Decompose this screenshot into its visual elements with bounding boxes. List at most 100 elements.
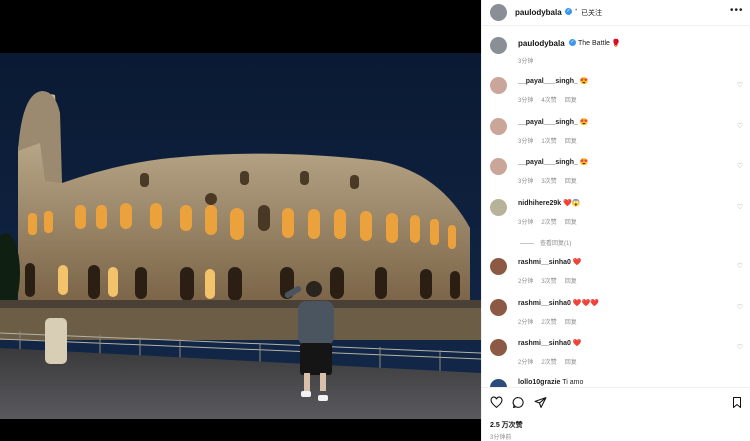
comment-time: 2分钟 bbox=[518, 320, 534, 326]
heart-icon[interactable]: ♡ bbox=[737, 343, 743, 351]
comment-item: rashmi__sinha0 ❤️❤️❤️ 2分钟 2次赞 回复 ♡ bbox=[482, 298, 750, 338]
comment-text: rashmi__sinha0 ❤️❤️❤️ bbox=[518, 299, 599, 307]
avatar[interactable] bbox=[490, 258, 507, 275]
caption-username[interactable]: paulodybala bbox=[518, 39, 565, 48]
comment-username[interactable]: nidhihere29k bbox=[518, 200, 561, 207]
heart-icon[interactable]: ♡ bbox=[737, 122, 743, 130]
verified-icon: ✓ bbox=[569, 39, 576, 46]
comment-meta: 3分钟 1次赞 回复 bbox=[518, 136, 585, 145]
comment-username[interactable]: rashmi__sinha0 bbox=[518, 300, 571, 307]
comment-meta: 3分钟 4次赞 回复 bbox=[518, 95, 585, 104]
comment-item: lollo10grazie Ti amo bbox=[482, 378, 750, 387]
share-icon[interactable] bbox=[534, 396, 547, 409]
comment-item: rashmi__sinha0 ❤️ 2分钟 3次赞 回复 ♡ bbox=[482, 257, 750, 297]
photo-panel bbox=[0, 0, 481, 441]
more-icon[interactable]: ••• bbox=[730, 5, 744, 16]
avatar[interactable] bbox=[490, 158, 507, 175]
comment-text: __payal___singh_ 😍 bbox=[518, 77, 589, 85]
verified-icon: ✓ bbox=[565, 8, 572, 15]
avatar[interactable] bbox=[490, 37, 507, 54]
comment-text: rashmi__sinha0 ❤️ bbox=[518, 258, 582, 266]
comment-item: rashmi__sinha0 ❤️ 2分钟 2次赞 回复 ♡ bbox=[482, 338, 750, 378]
post-time: 3分钟前 bbox=[490, 435, 512, 441]
comment-item: nidhihere29k ❤️😱 3分钟 2次赞 回复 ♡ bbox=[482, 198, 750, 238]
comment-meta: 3分钟 3次赞 回复 bbox=[518, 176, 585, 185]
bookmark-icon[interactable] bbox=[731, 396, 743, 409]
action-bar: 2.5 万次赞 3分钟前 bbox=[482, 387, 750, 441]
comment-username[interactable]: __payal___singh_ bbox=[518, 119, 578, 126]
reply-button[interactable]: 回复 bbox=[565, 98, 577, 104]
comment-text: rashmi__sinha0 ❤️ bbox=[518, 339, 582, 347]
comment-item: __payal___singh_ 😍 3分钟 3次赞 回复 ♡ bbox=[482, 157, 750, 197]
post-header: paulodybala ✓ • 已关注 ••• bbox=[482, 0, 750, 26]
comment-text: __payal___singh_ 😍 bbox=[518, 158, 589, 166]
heart-icon[interactable]: ♡ bbox=[737, 81, 743, 89]
instagram-post-view: paulodybala ✓ • 已关注 ••• paulodybala ✓ Th… bbox=[0, 0, 750, 441]
comment-time: 3分钟 bbox=[518, 220, 534, 226]
post-sidebar: paulodybala ✓ • 已关注 ••• paulodybala ✓ Th… bbox=[481, 0, 750, 441]
comment-body: ❤️ bbox=[572, 259, 582, 266]
reply-button[interactable]: 回复 bbox=[565, 279, 577, 285]
reply-button[interactable]: 回复 bbox=[565, 220, 577, 226]
comment-item: __payal___singh_ 😍 3分钟 1次赞 回复 ♡ bbox=[482, 117, 750, 157]
comment-likes[interactable]: 3次赞 bbox=[541, 279, 556, 285]
comment-time: 3分钟 bbox=[518, 179, 534, 185]
comment-body: ❤️ bbox=[572, 340, 582, 347]
view-replies-link[interactable]: 查看回复(1) bbox=[520, 238, 571, 247]
comment-username[interactable]: lollo10grazie bbox=[518, 379, 560, 386]
avatar[interactable] bbox=[490, 339, 507, 356]
avatar[interactable] bbox=[490, 118, 507, 135]
comment-time: 3分钟 bbox=[518, 98, 534, 104]
comment-text: __payal___singh_ 😍 bbox=[518, 118, 589, 126]
reply-button[interactable]: 回复 bbox=[565, 360, 577, 366]
comment-meta: 2分钟 2次赞 回复 bbox=[518, 357, 585, 366]
avatar[interactable] bbox=[490, 379, 507, 387]
comment-body: ❤️❤️❤️ bbox=[572, 300, 600, 307]
heart-icon[interactable]: ♡ bbox=[737, 162, 743, 170]
avatar[interactable] bbox=[490, 4, 507, 21]
reply-button[interactable]: 回复 bbox=[565, 139, 577, 145]
comment-time: 3分钟 bbox=[518, 139, 534, 145]
comment-meta: 2分钟 2次赞 回复 bbox=[518, 317, 585, 326]
comment-time: 2分钟 bbox=[518, 279, 534, 285]
comment-likes[interactable]: 2次赞 bbox=[541, 360, 556, 366]
comment-body: Ti amo bbox=[562, 379, 584, 386]
comment-time: 2分钟 bbox=[518, 360, 534, 366]
heart-icon[interactable] bbox=[490, 396, 503, 409]
avatar[interactable] bbox=[490, 299, 507, 316]
comment-meta: 2分钟 3次赞 回复 bbox=[518, 276, 585, 285]
comment-body: 😍 bbox=[579, 119, 589, 126]
comment-icon[interactable] bbox=[512, 396, 525, 409]
comment-likes[interactable]: 4次赞 bbox=[541, 98, 556, 104]
caption-text: The Battle 🥊 bbox=[578, 40, 621, 47]
comment-body: 😍 bbox=[579, 159, 589, 166]
follow-status[interactable]: 已关注 bbox=[581, 8, 602, 18]
comment-text: lollo10grazie Ti amo bbox=[518, 379, 583, 386]
caption-time: 3分钟 bbox=[518, 59, 534, 65]
heart-icon[interactable]: ♡ bbox=[737, 203, 743, 211]
comment-likes[interactable]: 1次赞 bbox=[541, 139, 556, 145]
likes-count[interactable]: 2.5 万次赞 bbox=[490, 420, 523, 430]
comment-username[interactable]: __payal___singh_ bbox=[518, 78, 578, 85]
reply-button[interactable]: 回复 bbox=[565, 320, 577, 326]
comment-meta: 3分钟 2次赞 回复 bbox=[518, 217, 585, 226]
reply-button[interactable]: 回复 bbox=[565, 179, 577, 185]
comment-text: nidhihere29k ❤️😱 bbox=[518, 199, 581, 207]
comment-body: 😍 bbox=[579, 78, 589, 85]
comment-item: __payal___singh_ 😍 3分钟 4次赞 回复 ♡ bbox=[482, 76, 750, 116]
avatar[interactable] bbox=[490, 199, 507, 216]
separator-dot: • bbox=[575, 7, 578, 14]
heart-icon[interactable]: ♡ bbox=[737, 262, 743, 270]
comment-likes[interactable]: 3次赞 bbox=[541, 179, 556, 185]
post-caption: paulodybala ✓ The Battle 🥊 3分钟 bbox=[482, 35, 750, 75]
comment-username[interactable]: rashmi__sinha0 bbox=[518, 259, 571, 266]
comment-likes[interactable]: 2次赞 bbox=[541, 220, 556, 226]
comment-username[interactable]: __payal___singh_ bbox=[518, 159, 578, 166]
avatar[interactable] bbox=[490, 77, 507, 94]
post-photo[interactable] bbox=[0, 53, 481, 419]
comment-likes[interactable]: 2次赞 bbox=[541, 320, 556, 326]
comment-body: ❤️😱 bbox=[563, 200, 581, 207]
comment-username[interactable]: rashmi__sinha0 bbox=[518, 340, 571, 347]
heart-icon[interactable]: ♡ bbox=[737, 303, 743, 311]
header-username[interactable]: paulodybala bbox=[515, 8, 562, 17]
